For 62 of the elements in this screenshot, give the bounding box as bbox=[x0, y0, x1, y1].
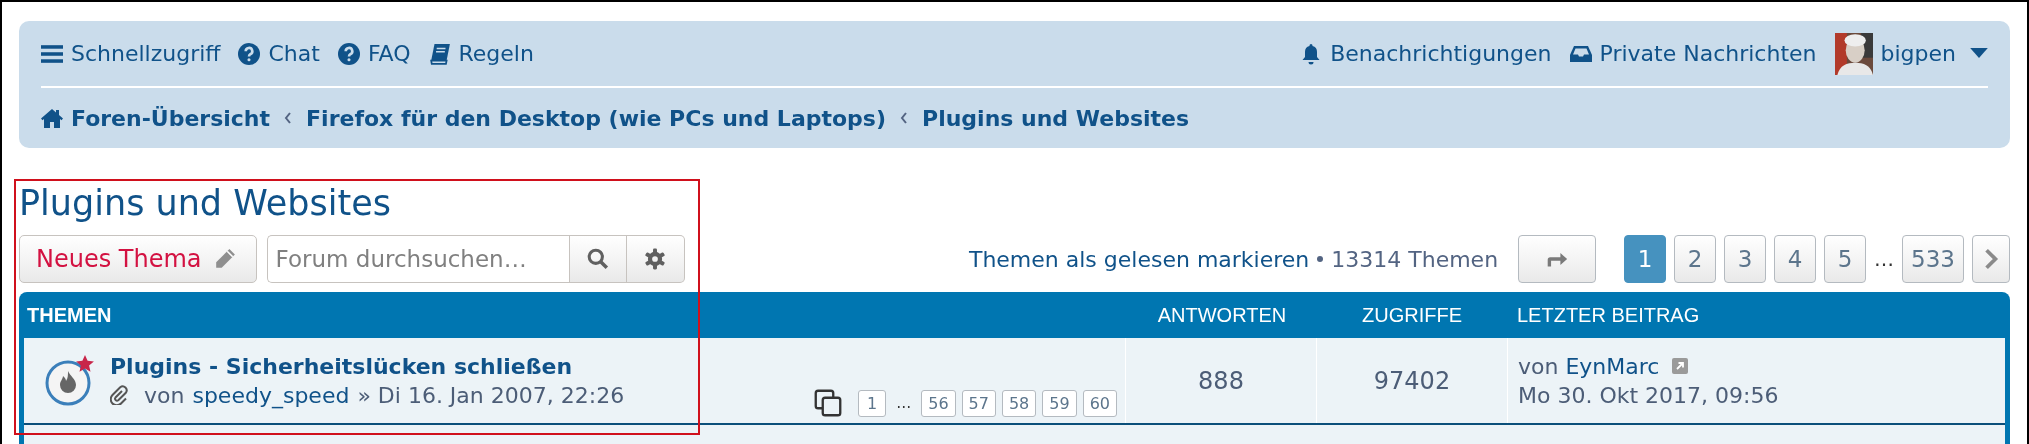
pencil-icon bbox=[213, 248, 236, 270]
page-link[interactable]: 1 bbox=[858, 389, 887, 417]
page-link[interactable]: 60 bbox=[1082, 389, 1117, 417]
column-header: ZUGRIFFE bbox=[1361, 303, 1463, 327]
user-menu[interactable]: bigpen bbox=[1834, 32, 1988, 75]
breadcrumb-link[interactable]: Firefox für den Desktop (wie PCs und Laptops) bbox=[306, 105, 886, 131]
caret-icon bbox=[1970, 48, 1988, 59]
nav-link[interactable]: Benachrichtigungen bbox=[1300, 41, 1552, 66]
jump-button[interactable] bbox=[1518, 235, 1597, 283]
nav-link[interactable]: Chat bbox=[238, 41, 320, 66]
search-button[interactable] bbox=[568, 235, 627, 283]
topic-title-link[interactable]: Plugins - Sicherheitslücken schließen bbox=[110, 353, 625, 379]
author-link[interactable]: EynMarc bbox=[1565, 353, 1660, 379]
page-link[interactable]: 57 bbox=[961, 389, 996, 417]
post-date: » Di 16. Jan 2007, 22:26 bbox=[357, 382, 625, 408]
page-gap: … bbox=[1874, 247, 1895, 271]
view-count: 97402 bbox=[1373, 366, 1451, 395]
nav-link[interactable]: Regeln bbox=[428, 41, 534, 66]
book-icon bbox=[428, 42, 451, 65]
topic-icon bbox=[44, 354, 96, 407]
mark-read-link[interactable]: Themen als gelesen markieren bbox=[968, 246, 1310, 272]
column-header: LETZTER BEITRAG bbox=[1516, 303, 1701, 327]
post-date: Mo 30. Okt 2017, 09:56 bbox=[1518, 382, 1780, 408]
jump-to-post-icon bbox=[1672, 358, 1689, 374]
chevron-icon bbox=[900, 112, 908, 124]
new-topic-button[interactable]: Neues Thema bbox=[19, 235, 257, 283]
page-gap: … bbox=[895, 394, 913, 412]
page-button[interactable]: 533 bbox=[1902, 235, 1964, 283]
nav-link[interactable]: Private Nachrichten bbox=[1569, 41, 1817, 66]
page-button[interactable]: 5 bbox=[1824, 235, 1867, 283]
page-link[interactable]: 59 bbox=[1042, 389, 1077, 417]
page-link[interactable]: 58 bbox=[1001, 389, 1037, 417]
by-label: von bbox=[1518, 353, 1559, 379]
page-button[interactable]: 1 bbox=[1624, 235, 1667, 283]
nav-link[interactable]: Schnellzugriff bbox=[41, 41, 221, 66]
column-header: ANTWORTEN bbox=[1156, 303, 1288, 327]
breadcrumb-link[interactable]: Foren-Übersicht bbox=[41, 105, 271, 131]
help-icon bbox=[238, 42, 261, 65]
column-header: THEMEN bbox=[26, 303, 113, 327]
topic-count: 13314 Themen bbox=[1331, 246, 1499, 272]
page-button[interactable]: 3 bbox=[1724, 235, 1767, 283]
search-field[interactable]: Forum durchsuchen… bbox=[266, 235, 569, 283]
home-icon bbox=[41, 107, 63, 129]
search-icon bbox=[586, 248, 609, 270]
paperclip-icon bbox=[110, 385, 128, 405]
copy-icon bbox=[814, 389, 843, 417]
settings-icon bbox=[644, 248, 667, 270]
page-button[interactable]: 4 bbox=[1774, 235, 1817, 283]
reply-count: 888 bbox=[1198, 366, 1244, 395]
by-label: von bbox=[144, 382, 185, 408]
page-button[interactable]: 2 bbox=[1674, 235, 1717, 283]
advanced-search-button[interactable] bbox=[626, 235, 685, 283]
chevron-icon bbox=[284, 112, 293, 124]
page-link[interactable]: 56 bbox=[921, 389, 956, 417]
forum-title: Plugins und Websites bbox=[19, 182, 392, 225]
menu-icon bbox=[41, 42, 63, 65]
bullet-icon bbox=[1317, 256, 1324, 262]
next-page-button[interactable] bbox=[1972, 235, 2010, 283]
breadcrumb-link[interactable]: Plugins und Websites bbox=[922, 105, 1190, 131]
help-icon bbox=[337, 42, 360, 65]
author-link[interactable]: speedy_speed bbox=[192, 382, 350, 408]
nav-link[interactable]: FAQ bbox=[337, 41, 411, 66]
